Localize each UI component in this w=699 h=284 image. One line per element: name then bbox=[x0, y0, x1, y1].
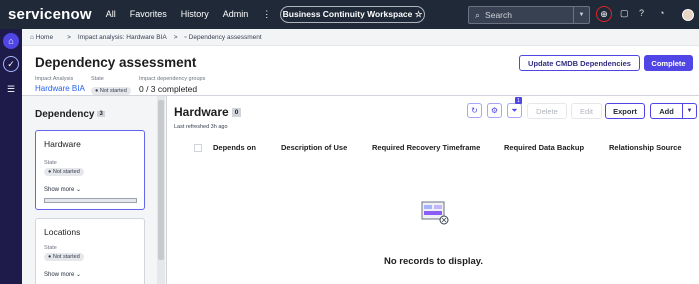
list-title: Hardware 0 bbox=[174, 105, 242, 119]
search-icon: ⌕ bbox=[475, 9, 481, 20]
scrollbar[interactable] bbox=[157, 96, 165, 284]
filter-count-badge: 1 bbox=[515, 97, 522, 104]
breadcrumb-impact-analysis[interactable]: Impact analysis: Hardware BIA bbox=[78, 34, 167, 41]
nav-history[interactable]: History bbox=[181, 9, 209, 20]
edit-button[interactable]: Edit bbox=[571, 103, 602, 119]
add-button[interactable]: Add bbox=[650, 103, 683, 119]
bell-icon[interactable]: ◔ bbox=[659, 8, 664, 18]
complete-button[interactable]: Complete bbox=[644, 55, 693, 71]
search-input[interactable]: Search bbox=[485, 10, 512, 20]
groups-value: 0 / 3 completed bbox=[139, 84, 198, 94]
nav-favorites[interactable]: Favorites bbox=[130, 9, 167, 20]
workspace-selector[interactable]: Business Continuity Workspace ☆ bbox=[280, 6, 425, 23]
avatar[interactable] bbox=[682, 9, 694, 21]
show-more-link[interactable]: Show more ⌄ bbox=[44, 271, 81, 278]
breadcrumb-separator: > bbox=[173, 33, 178, 41]
help-icon[interactable]: ? bbox=[639, 8, 644, 18]
page-header: Dependency assessment Impact Analysis Ha… bbox=[22, 46, 699, 96]
column-header-depends-on[interactable]: Depends on bbox=[213, 143, 256, 152]
column-header-recovery-timeframe[interactable]: Required Recovery Timeframe bbox=[372, 143, 480, 152]
empty-state-message: No records to display. bbox=[383, 256, 484, 267]
list-count: 0 bbox=[231, 108, 242, 118]
refresh-icon[interactable]: ↻ bbox=[467, 103, 482, 118]
card-state-label: State bbox=[44, 245, 57, 251]
add-dropdown-chevron-icon[interactable]: ▼ bbox=[682, 103, 697, 119]
column-header-description[interactable]: Description of Use bbox=[281, 143, 347, 152]
globe-icon[interactable]: ⊕ bbox=[596, 6, 612, 22]
status-badge: ● Not started bbox=[91, 85, 131, 95]
show-more-link[interactable]: Show more ⌄ bbox=[44, 186, 81, 193]
filter-icon[interactable]: ⏷ bbox=[507, 103, 522, 118]
select-all-checkbox[interactable] bbox=[194, 144, 202, 152]
dependency-card-locations[interactable]: Locations State ● Not started Show more … bbox=[35, 218, 145, 284]
breadcrumb-home[interactable]: ⌂ Home bbox=[30, 34, 60, 41]
global-search[interactable]: ⌕ Search ▼ bbox=[468, 6, 590, 24]
breadcrumb-separator: > bbox=[67, 33, 71, 41]
list-icon[interactable]: ☰ bbox=[3, 81, 19, 97]
impact-analysis-label: Impact Analysis bbox=[35, 76, 74, 82]
breadcrumb-dependency-assessment[interactable]: ▫ Dependency assessment bbox=[185, 34, 269, 41]
nav-links: All Favorites History Admin ⋮ bbox=[106, 9, 286, 20]
card-status-badge: ● Not started bbox=[44, 168, 84, 176]
hardware-list: Hardware 0 Last refreshed 3h ago ↻ ⚙ ⏷ 1 … bbox=[168, 96, 699, 284]
servicenow-logo[interactable]: servicenow bbox=[8, 6, 92, 23]
chat-icon[interactable]: ▢ bbox=[620, 8, 629, 19]
delete-button[interactable]: Delete bbox=[527, 103, 567, 119]
card-name: Hardware bbox=[44, 139, 81, 149]
groups-label: Impact dependency groups bbox=[139, 76, 206, 82]
column-header-relationship-source[interactable]: Relationship Source bbox=[609, 143, 682, 152]
dependency-count: 3 bbox=[97, 111, 105, 118]
last-refreshed: Last refreshed 3h ago bbox=[174, 124, 228, 130]
dependency-card-hardware[interactable]: Hardware State ● Not started Show more ⌄ bbox=[35, 130, 145, 210]
top-navigation: servicenow All Favorites History Admin ⋮… bbox=[0, 0, 699, 29]
update-cmdb-button[interactable]: Update CMDB Dependencies bbox=[519, 55, 640, 71]
nav-more-icon[interactable]: ⋮ bbox=[262, 9, 271, 20]
export-button[interactable]: Export bbox=[605, 103, 645, 119]
dependency-title: Dependency 3 bbox=[35, 109, 105, 120]
card-name: Locations bbox=[44, 227, 81, 237]
home-icon[interactable]: ⌂ bbox=[3, 33, 19, 49]
card-state-label: State bbox=[44, 160, 57, 166]
left-rail: ⌂ ✓ ☰ bbox=[0, 29, 22, 284]
check-circle-icon[interactable]: ✓ bbox=[3, 56, 19, 72]
breadcrumb: ⌂ Home > Impact analysis: Hardware BIA >… bbox=[22, 29, 699, 46]
progress-bar bbox=[44, 198, 137, 203]
empty-state-icon bbox=[421, 201, 449, 225]
impact-analysis-link[interactable]: Hardware BIA bbox=[35, 84, 85, 93]
nav-admin[interactable]: Admin bbox=[223, 9, 249, 20]
column-header-data-backup[interactable]: Required Data Backup bbox=[504, 143, 584, 152]
dependency-panel: Dependency 3 Hardware State ● Not started… bbox=[22, 96, 167, 284]
state-label: State bbox=[91, 76, 104, 82]
nav-all[interactable]: All bbox=[106, 9, 116, 20]
gear-icon[interactable]: ⚙ bbox=[487, 103, 502, 118]
page-title: Dependency assessment bbox=[35, 55, 197, 70]
card-status-badge: ● Not started bbox=[44, 253, 84, 261]
chevron-down-icon[interactable]: ▼ bbox=[573, 7, 589, 23]
